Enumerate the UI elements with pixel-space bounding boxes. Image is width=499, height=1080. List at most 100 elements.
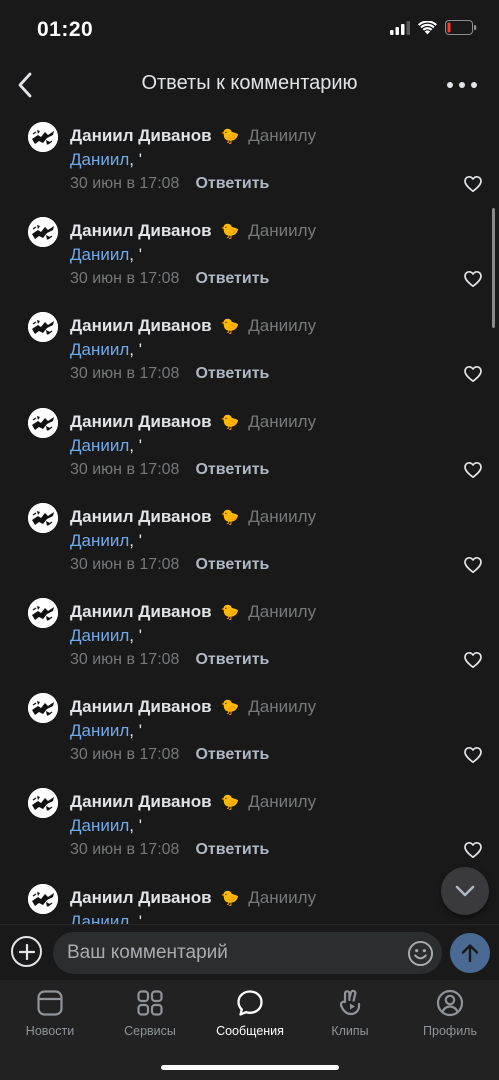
comment-author[interactable]: Даниил Диванов <box>70 507 212 527</box>
emoji-icon[interactable] <box>407 940 434 967</box>
comment-header: Даниил Диванов 🐤 Даниилу <box>70 316 316 336</box>
tab-news-label: Новости <box>25 1024 75 1038</box>
reply-button[interactable]: Ответить <box>195 746 269 764</box>
comment-author[interactable]: Даниил Диванов <box>70 602 212 622</box>
like-button[interactable] <box>463 840 483 860</box>
comment-composer <box>0 924 499 980</box>
avatar[interactable] <box>28 312 58 343</box>
scroll-down-button[interactable] <box>441 867 489 915</box>
avatar[interactable] <box>28 693 58 724</box>
comment-item[interactable]: Даниил Диванов🐤ДаниилуДаниил, '30 июн в … <box>0 586 499 681</box>
comment-item[interactable]: Даниил Диванов🐤ДаниилуДаниил, '30 июн в … <box>0 205 499 300</box>
comment-reply-to[interactable]: Даниилу <box>248 602 316 622</box>
status-icons <box>390 20 477 35</box>
comment-item[interactable]: Даниил Диванов🐤ДаниилуДаниил, '30 июн в … <box>0 396 499 491</box>
comment-item[interactable]: Даниил Диванов🐤ДаниилуДаниил, '30 июн в … <box>0 681 499 776</box>
avatar[interactable] <box>28 122 58 152</box>
home-indicator <box>161 1065 339 1070</box>
like-button[interactable] <box>463 460 483 480</box>
comment-header: Даниил Диванов 🐤 Даниилу <box>70 126 316 146</box>
comment-mention[interactable]: Даниил <box>70 436 129 455</box>
comment-author[interactable]: Даниил Диванов <box>70 316 212 336</box>
like-button[interactable] <box>463 364 483 384</box>
reply-button[interactable]: Ответить <box>195 461 269 479</box>
chevron-down-icon <box>455 885 475 897</box>
comment-item[interactable]: Даниил Диванов🐤ДаниилуДаниил, '30 июн в … <box>0 872 499 926</box>
comment-input-box[interactable] <box>53 932 442 974</box>
avatar[interactable] <box>28 217 58 248</box>
reply-button[interactable]: Ответить <box>195 651 269 669</box>
avatar[interactable] <box>28 597 58 628</box>
comment-reply-to[interactable]: Даниилу <box>248 697 316 717</box>
comment-mention[interactable]: Даниил <box>70 340 129 359</box>
comment-mention[interactable]: Даниил <box>70 245 129 264</box>
comment-mention[interactable]: Даниил <box>70 721 129 740</box>
comment-header: Даниил Диванов 🐤 Даниилу <box>70 221 316 241</box>
comment-body: , ' <box>129 625 142 645</box>
avatar[interactable] <box>28 788 58 819</box>
more-options-button[interactable] <box>447 74 477 96</box>
more-dot-icon <box>447 82 453 88</box>
avatar[interactable] <box>28 883 58 914</box>
arrow-up-icon <box>461 944 479 963</box>
chick-emoji-icon: 🐤 <box>220 128 240 145</box>
comment-reply-to[interactable]: Даниилу <box>248 412 316 432</box>
like-button[interactable] <box>463 555 483 575</box>
avatar[interactable] <box>28 407 58 438</box>
tab-news[interactable]: Новости <box>0 988 100 1038</box>
comment-reply-to[interactable]: Даниилу <box>248 888 316 908</box>
comment-item[interactable]: Даниил Диванов🐤ДаниилуДаниил, '30 июн в … <box>0 300 499 395</box>
comment-mention[interactable]: Даниил <box>70 531 129 550</box>
add-attachment-button[interactable] <box>11 936 42 967</box>
tab-services[interactable]: Сервисы <box>100 988 200 1038</box>
tab-profile-label: Профиль <box>423 1024 477 1038</box>
comment-author[interactable]: Даниил Диванов <box>70 221 212 241</box>
comment-input[interactable] <box>67 932 387 974</box>
tab-messages[interactable]: Сообщения <box>200 988 300 1038</box>
chick-emoji-icon: 🐤 <box>220 699 240 717</box>
comment-header: Даниил Диванов 🐤 Даниилу <box>70 888 316 908</box>
comment-text: Даниил, ' <box>70 531 142 551</box>
comment-author[interactable]: Даниил Диванов <box>70 412 212 432</box>
comment-mention[interactable]: Даниил <box>70 816 129 835</box>
comment-item[interactable]: Даниил Диванов 🐤 Даниилу Даниил, ' 30 июн в … <box>0 110 499 205</box>
send-button[interactable] <box>450 933 490 973</box>
nav-header: Ответы к комментарию <box>0 60 499 110</box>
comment-author[interactable]: Даниил Диванов <box>70 126 212 146</box>
like-button[interactable] <box>463 650 483 670</box>
comment-author[interactable]: Даниил Диванов <box>70 792 212 812</box>
like-button[interactable] <box>463 174 483 194</box>
scrollbar[interactable] <box>492 208 495 328</box>
tab-services-label: Сервисы <box>124 1024 176 1038</box>
comment-mention[interactable]: Даниил <box>70 626 129 645</box>
chick-emoji-icon: 🐤 <box>220 413 240 431</box>
avatar[interactable] <box>28 502 58 533</box>
reply-button[interactable]: Ответить <box>195 175 269 193</box>
comment-meta: 30 июн в 17:08 Ответить <box>70 746 269 764</box>
tab-clips[interactable]: Клипы <box>300 988 400 1038</box>
reply-button[interactable]: Ответить <box>195 270 269 288</box>
comment-author[interactable]: Даниил Диванов <box>70 697 212 717</box>
comment-date: 30 июн в 17:08 <box>70 175 180 192</box>
comment-item[interactable]: Даниил Диванов🐤ДаниилуДаниил, '30 июн в … <box>0 776 499 871</box>
tab-profile[interactable]: Профиль <box>400 988 499 1038</box>
reply-button[interactable]: Ответить <box>195 365 269 383</box>
comment-author[interactable]: Даниил Диванов <box>70 888 212 908</box>
comment-item[interactable]: Даниил Диванов🐤ДаниилуДаниил, '30 июн в … <box>0 491 499 586</box>
comment-reply-to[interactable]: Даниилу <box>248 126 316 146</box>
comment-mention[interactable]: Даниил <box>70 912 129 926</box>
comment-reply-to[interactable]: Даниилу <box>248 507 316 527</box>
comment-reply-to[interactable]: Даниилу <box>248 792 316 812</box>
comments-list[interactable]: Даниил Диванов 🐤 Даниилу Даниил, ' 30 июн в … <box>0 110 499 925</box>
like-button[interactable] <box>463 269 483 289</box>
more-dot-icon <box>459 82 465 88</box>
tab-clips-label: Клипы <box>331 1024 369 1038</box>
like-button[interactable] <box>463 745 483 765</box>
comment-reply-to[interactable]: Даниилу <box>248 221 316 241</box>
comment-reply-to[interactable]: Даниилу <box>248 316 316 336</box>
clips-icon <box>339 989 361 1016</box>
reply-button[interactable]: Ответить <box>195 841 269 859</box>
reply-button[interactable]: Ответить <box>195 556 269 574</box>
comment-text: Даниил, ' <box>70 150 142 170</box>
comment-mention[interactable]: Даниил <box>70 150 129 169</box>
